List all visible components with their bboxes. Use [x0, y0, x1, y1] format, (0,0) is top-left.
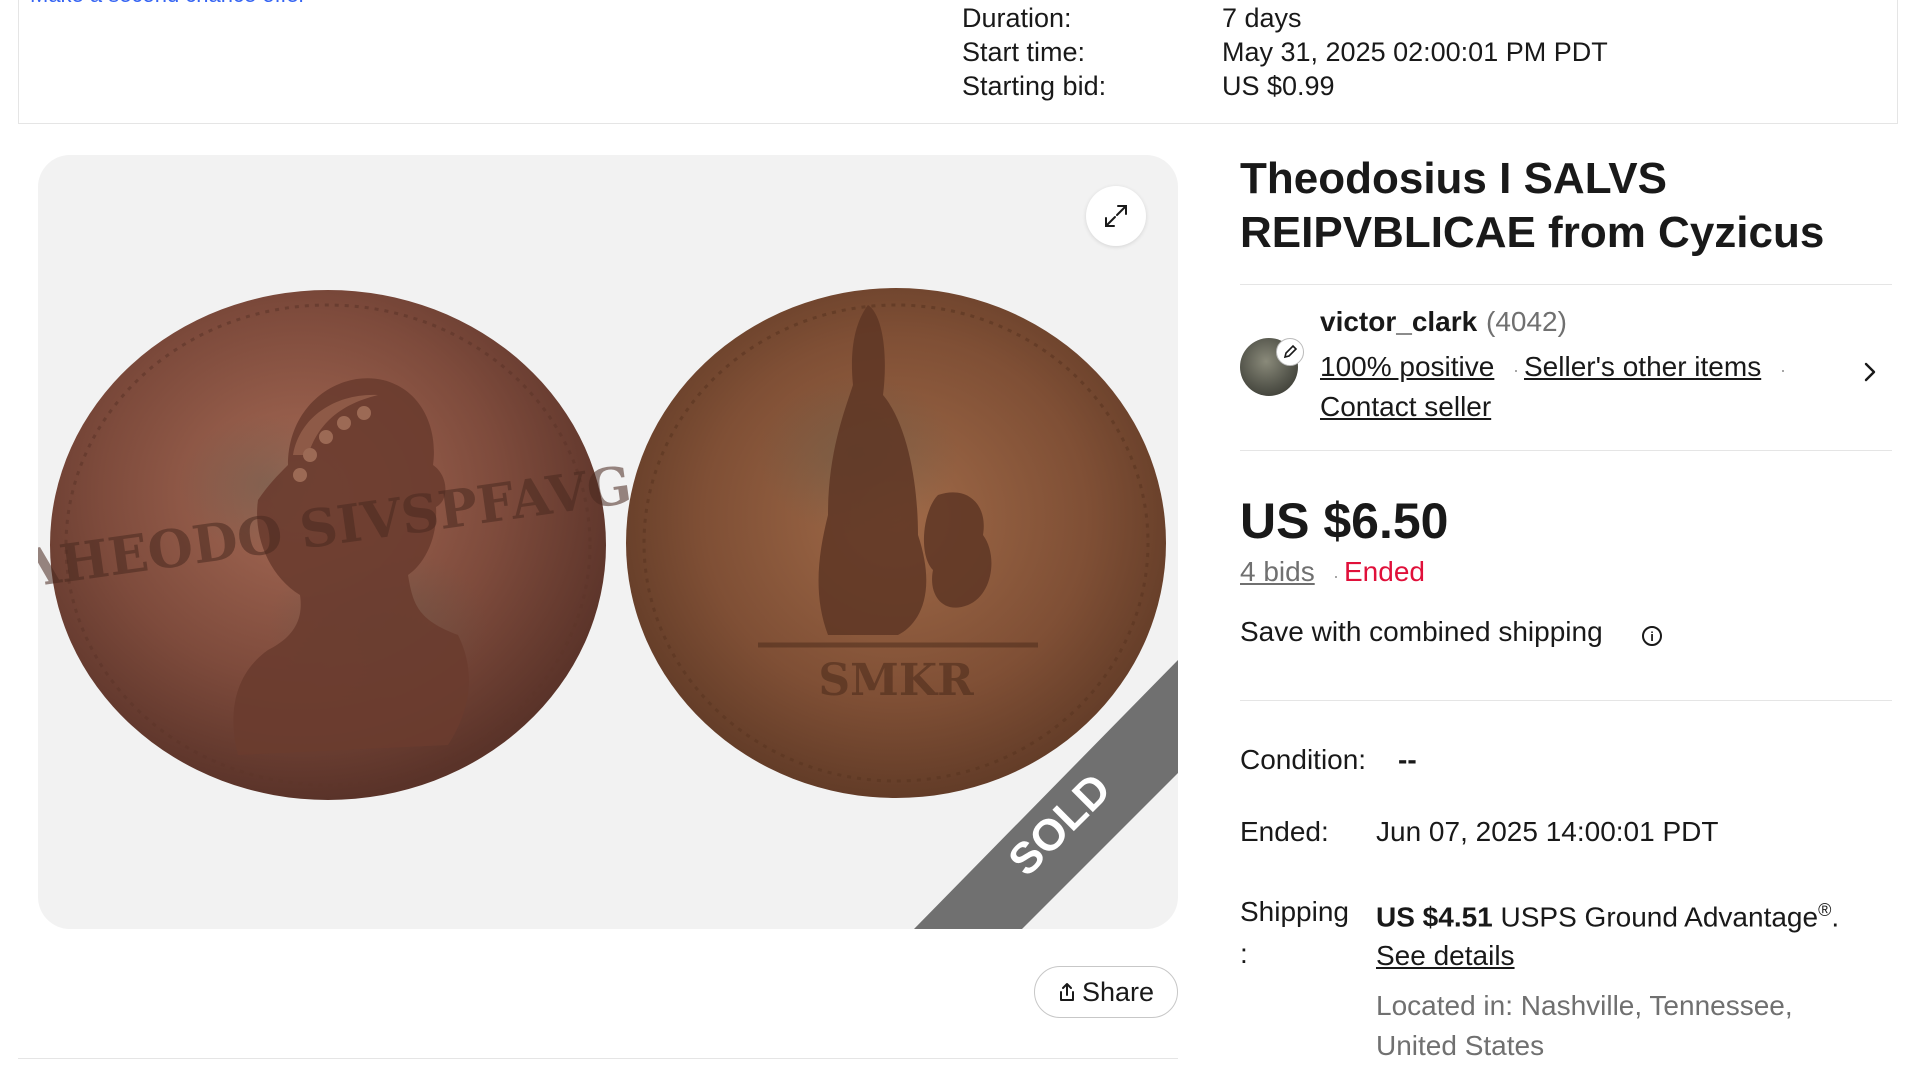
image-gallery[interactable]: ΛHEODO SIVSPFAVG SMKR SOLD — [38, 155, 1178, 929]
separator-dot: · — [1513, 360, 1519, 380]
shipping-service: USPS Ground Advantage — [1500, 901, 1819, 933]
coin-reverse-mint: SMKR — [818, 655, 974, 706]
duration-value: 7 days — [1222, 3, 1302, 33]
see-details-link[interactable]: See details — [1376, 940, 1515, 972]
starting-bid-value: US $0.99 — [1222, 71, 1335, 101]
starting-bid-label: Starting bid: — [962, 71, 1107, 101]
bids-link[interactable]: 4 bids — [1240, 556, 1315, 588]
coin-obverse: ΛHEODO SIVSPFAVG — [38, 290, 635, 800]
ended-label: Ended: — [1240, 816, 1329, 847]
seller-other-items-link[interactable]: Seller's other items — [1524, 351, 1761, 383]
shipping-label-colon: : — [1240, 938, 1248, 969]
ended-value: Jun 07, 2025 14:00:01 PDT — [1376, 816, 1719, 847]
auction-status: Ended — [1344, 556, 1425, 587]
coin-reverse: SMKR — [626, 288, 1166, 798]
expand-image-button[interactable] — [1086, 186, 1146, 246]
duration-label: Duration: — [962, 3, 1072, 33]
shipping-label: Shipping — [1240, 896, 1349, 927]
seller-positive-link[interactable]: 100% positive — [1320, 351, 1494, 383]
condition-label: Condition: — [1240, 744, 1367, 775]
share-icon — [1059, 983, 1074, 1001]
separator-dot: · — [1780, 360, 1786, 380]
divider — [1240, 450, 1892, 451]
item-location-line-2: United States — [1376, 1030, 1545, 1061]
divider — [1240, 700, 1892, 701]
share-label: Share — [1081, 976, 1155, 1007]
divider — [1240, 284, 1892, 285]
start-time-value: May 31, 2025 02:00:01 PM PDT — [1222, 37, 1608, 67]
shipping-period: . — [1831, 901, 1840, 933]
item-title-line-2: REIPVBLICAE from Cyzicus — [1240, 208, 1825, 257]
item-title-line-1: Theodosius I SALVS — [1240, 154, 1668, 203]
item-price: US $6.50 — [1240, 493, 1449, 549]
registered-mark: ® — [1818, 900, 1832, 920]
gallery-divider — [18, 1058, 1178, 1059]
combined-shipping-text: Save with combined shipping — [1240, 616, 1603, 647]
condition-value: -- — [1398, 744, 1417, 775]
shipping-info: US $4.51 USPS Ground Advantage®. — [1376, 900, 1839, 933]
share-button[interactable]: Share — [1034, 966, 1178, 1018]
auction-summary-box — [18, 0, 1898, 124]
item-title: Theodosius I SALVS REIPVBLICAE from Cyzi… — [1240, 152, 1880, 260]
separator-dot: · — [1333, 566, 1339, 586]
edit-icon[interactable] — [1276, 338, 1304, 366]
shipping-price: US $4.51 — [1376, 901, 1493, 933]
second-chance-offer-link[interactable]: Make a second chance offer — [30, 0, 306, 8]
chevron-right-icon[interactable] — [1862, 360, 1878, 384]
start-time-label: Start time: — [962, 37, 1086, 67]
item-location-line-1: Located in: Nashville, Tennessee, — [1376, 990, 1793, 1021]
info-icon[interactable]: i — [1642, 626, 1662, 646]
seller-name[interactable]: victor_clark — [1320, 306, 1477, 338]
seller-feedback-score: (4042) — [1486, 306, 1567, 337]
expand-icon — [1105, 205, 1127, 227]
coin-image[interactable]: ΛHEODO SIVSPFAVG SMKR SOLD — [38, 155, 1178, 929]
contact-seller-link[interactable]: Contact seller — [1320, 391, 1491, 423]
